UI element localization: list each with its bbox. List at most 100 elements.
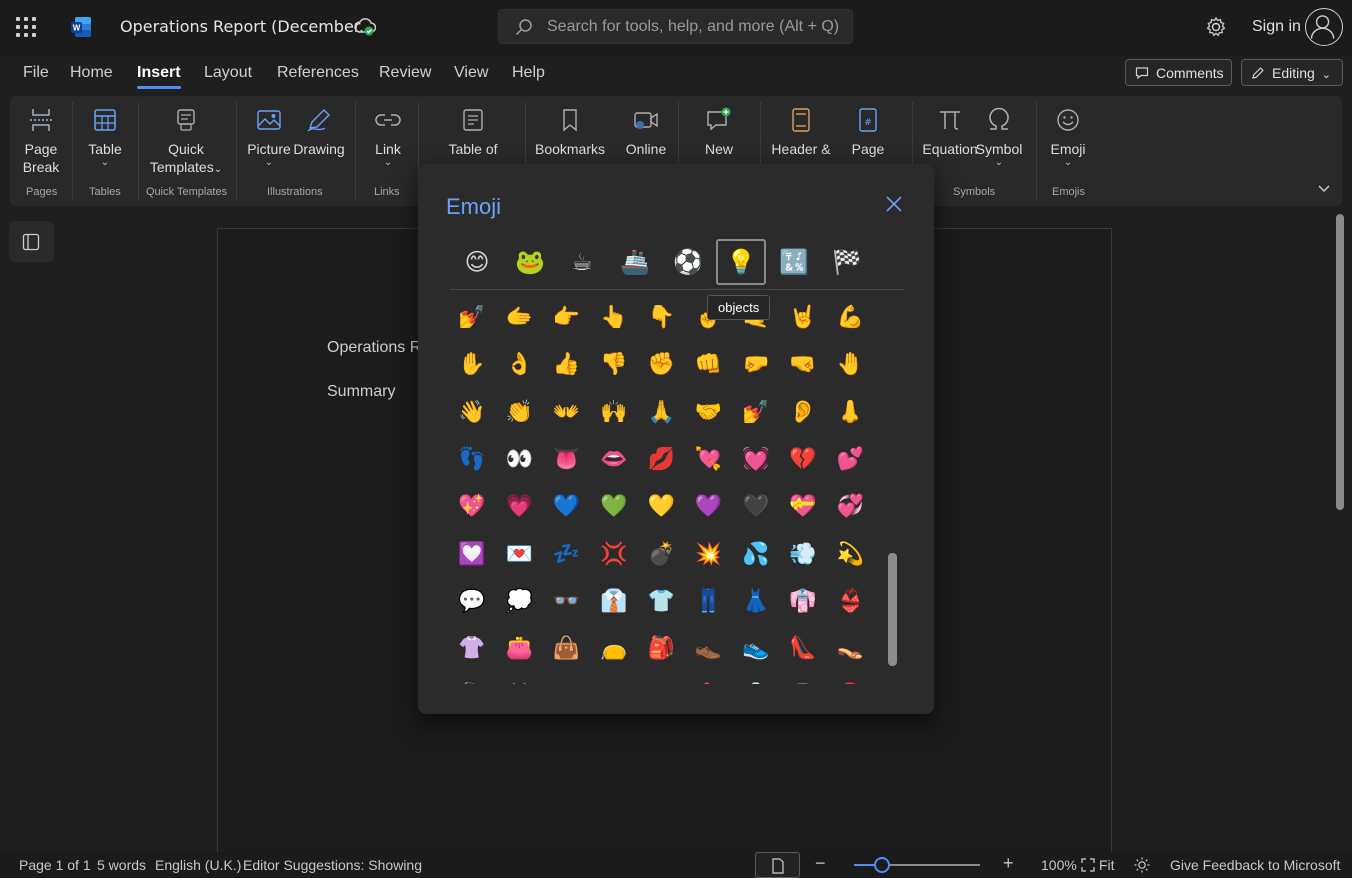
emoji-item[interactable]: 💨 [783,535,823,575]
emoji-item[interactable]: 🤚 [830,345,870,385]
tab-file[interactable]: File [23,64,49,82]
comments-button[interactable]: Comments [1125,59,1232,86]
emoji-item[interactable]: 👖 [689,582,729,622]
emoji-item[interactable]: 👜 [547,629,587,669]
category-food[interactable]: ☕ [564,244,600,280]
emoji-item[interactable]: 👅 [547,440,587,480]
search-box[interactable] [498,9,853,44]
emoji-item[interactable]: 💎 [783,676,823,684]
emoji-item[interactable]: 👙 [830,582,870,622]
emoji-item[interactable]: 💅 [736,393,776,433]
bookmarks-button[interactable]: Bookmarks [534,106,606,158]
emoji-item[interactable]: 💭 [499,582,539,622]
ribbon-expand-icon[interactable] [1316,180,1332,196]
fit-button[interactable]: Fit [1099,857,1115,873]
emoji-item[interactable]: 👊 [689,345,729,385]
emoji-item[interactable]: 💙 [547,487,587,527]
emoji-item[interactable]: 👛 [499,629,539,669]
table-of-contents-button[interactable]: Table of [440,106,506,158]
category-symbols[interactable]: 🔣 [776,244,812,280]
emoji-item[interactable]: 🖤 [736,487,776,527]
document-scrollbar-thumb[interactable] [1336,214,1344,510]
symbol-button[interactable]: Symbol ⌄ [972,106,1026,168]
new-comment-button[interactable]: New [696,106,742,158]
emoji-item[interactable]: ✊ [641,345,681,385]
emoji-item[interactable]: 💟 [452,535,492,575]
feedback-link[interactable]: Give Feedback to Microsoft [1170,857,1340,873]
tab-view[interactable]: View [454,64,488,82]
emoji-item[interactable]: 💓 [736,440,776,480]
equation-button[interactable]: Equation [922,106,978,158]
page-number-button[interactable]: # Page [846,106,890,158]
emoji-item[interactable]: 💅 [452,298,492,338]
emoji-item[interactable]: 👍 [547,345,587,385]
emoji-item[interactable]: 👀 [499,440,539,480]
page-count[interactable]: Page 1 of 1 [19,857,91,873]
document-title[interactable]: Operations Report (December... [120,17,374,36]
emoji-item[interactable]: 👌 [499,345,539,385]
emoji-item[interactable]: 🤝 [689,393,729,433]
emoji-item[interactable]: 👝 [594,629,634,669]
emoji-item[interactable]: 🤛 [736,345,776,385]
search-input[interactable] [547,16,847,38]
category-animals[interactable]: 🐸 [512,244,548,280]
emoji-item[interactable]: 🎒 [641,629,681,669]
emoji-item[interactable]: 👐 [547,393,587,433]
emoji-item[interactable]: 👢 [452,676,492,684]
emoji-item[interactable]: 👓 [547,582,587,622]
emoji-item[interactable]: 👃 [830,393,870,433]
emoji-item[interactable]: 💛 [641,487,681,527]
emoji-item[interactable]: 🎩 [594,676,634,684]
editing-mode-button[interactable]: Editing ⌄ [1241,59,1343,86]
emoji-item[interactable]: 💌 [499,535,539,575]
online-video-button[interactable]: Online [622,106,670,158]
emoji-item[interactable]: 👣 [452,440,492,480]
page-break-button[interactable]: Page Break [20,106,62,176]
zoom-in-icon[interactable]: + [1003,853,1014,874]
word-count[interactable]: 5 words [97,857,146,873]
quick-templates-button[interactable]: Quick Templates⌄ [148,106,224,179]
emoji-item[interactable]: 💘 [689,440,729,480]
emoji-item[interactable]: 💋 [641,440,681,480]
emoji-item[interactable]: 💜 [689,487,729,527]
emoji-item[interactable]: 👚 [452,629,492,669]
cloud-saved-icon[interactable] [354,17,376,37]
category-flags[interactable]: 🏁 [829,244,865,280]
emoji-item[interactable]: 💝 [783,487,823,527]
tab-help[interactable]: Help [512,64,545,82]
emoji-item[interactable]: 💍 [736,676,776,684]
emoji-item[interactable]: 💤 [547,535,587,575]
print-layout-button[interactable] [755,852,800,878]
close-icon[interactable] [884,194,904,214]
emoji-item[interactable]: 🙏 [641,393,681,433]
tab-layout[interactable]: Layout [204,64,252,82]
emoji-item[interactable]: 💣 [641,535,681,575]
header-footer-button[interactable]: Header & [768,106,834,158]
category-smileys[interactable]: 😊 [459,244,495,280]
drawing-button[interactable]: Drawing [293,106,345,158]
brightness-icon[interactable] [1134,857,1150,873]
document-heading[interactable]: Operations R [327,339,421,357]
zoom-level[interactable]: 100% [1041,857,1077,873]
zoom-slider[interactable] [854,857,980,873]
category-travel[interactable]: 🚢 [617,244,653,280]
language-indicator[interactable]: English (U.K.) [155,857,241,873]
emoji-item[interactable]: 💖 [452,487,492,527]
emoji-item[interactable]: 💢 [594,535,634,575]
emoji-item[interactable]: 🙌 [594,393,634,433]
emoji-item[interactable]: 💬 [452,582,492,622]
emoji-item[interactable]: 💄 [689,676,729,684]
emoji-item[interactable]: 👒 [547,676,587,684]
emoji-item[interactable]: 🤘 [783,298,823,338]
emoji-item[interactable]: 💔 [783,440,823,480]
emoji-grid-scrollbar-thumb[interactable] [888,553,897,666]
emoji-item[interactable]: 🫱 [499,298,539,338]
emoji-item[interactable]: 🤜 [783,345,823,385]
emoji-item[interactable]: 👑 [499,676,539,684]
emoji-item[interactable]: 💪 [830,298,870,338]
emoji-item[interactable]: 👕 [641,582,681,622]
picture-button[interactable]: Picture ⌄ [247,106,291,168]
emoji-item[interactable]: 💕 [830,440,870,480]
tab-references[interactable]: References [277,64,359,82]
emoji-item[interactable]: 💚 [594,487,634,527]
